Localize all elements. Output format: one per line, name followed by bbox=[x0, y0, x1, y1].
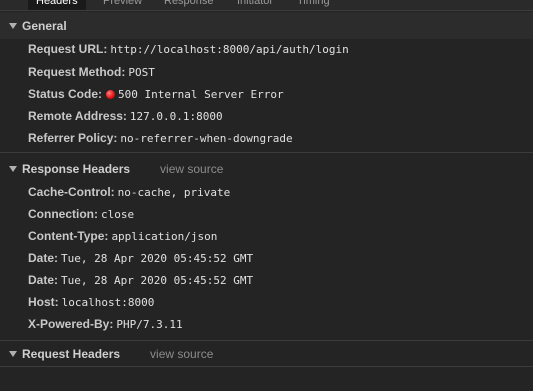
header-value: POST bbox=[128, 66, 155, 79]
response-header-row: Content-Type: application/json bbox=[28, 225, 217, 247]
header-key: Date: bbox=[28, 251, 59, 265]
tab-preview[interactable]: Preview bbox=[103, 0, 142, 10]
header-key: Cache-Control: bbox=[28, 185, 115, 199]
tab-headers[interactable]: Headers bbox=[28, 0, 86, 10]
general-row: Request Method: POST bbox=[28, 61, 155, 83]
header-key: Date: bbox=[28, 273, 59, 287]
header-key: Referrer Policy: bbox=[28, 131, 118, 145]
response-header-row: Date: Tue, 28 Apr 2020 05:45:52 GMT bbox=[28, 247, 253, 269]
response-view-source-link[interactable]: view source bbox=[160, 162, 223, 176]
header-key: Connection: bbox=[28, 207, 98, 221]
response-headers-section-header[interactable]: Response Headers view source bbox=[0, 155, 533, 182]
header-value: no-cache, private bbox=[117, 186, 231, 199]
request-headers-title: Request Headers bbox=[22, 346, 121, 361]
header-value: Tue, 28 Apr 2020 05:45:52 GMT bbox=[61, 252, 254, 265]
header-value: PHP/7.3.11 bbox=[116, 318, 183, 331]
expand-caret-icon bbox=[9, 350, 17, 357]
response-header-row: Cache-Control: no-cache, private bbox=[28, 181, 230, 203]
header-key: Request URL: bbox=[28, 42, 108, 56]
header-value: http://localhost:8000/api/auth/login bbox=[110, 43, 349, 56]
header-key: Host: bbox=[28, 295, 59, 309]
header-value: application/json bbox=[111, 230, 218, 243]
header-value: no-referrer-when-downgrade bbox=[120, 132, 293, 145]
tab-timing[interactable]: Timing bbox=[297, 0, 330, 10]
general-section-title: General bbox=[22, 18, 67, 33]
expand-caret-icon bbox=[9, 165, 17, 172]
expand-caret-icon bbox=[9, 22, 17, 29]
tab-initiator[interactable]: Initiator bbox=[237, 0, 273, 10]
header-value: close bbox=[101, 208, 135, 221]
response-header-row: Host: localhost:8000 bbox=[28, 291, 154, 313]
status-error-dot-icon bbox=[106, 90, 116, 99]
header-key: Request Method: bbox=[28, 65, 126, 79]
header-value: localhost:8000 bbox=[61, 296, 155, 309]
response-header-row: Date: Tue, 28 Apr 2020 05:45:52 GMT bbox=[28, 269, 253, 291]
header-key: Remote Address: bbox=[28, 109, 127, 123]
tab-response[interactable]: Response bbox=[164, 0, 214, 10]
response-header-row: Connection: close bbox=[28, 203, 134, 225]
general-row: Referrer Policy: no-referrer-when-downgra… bbox=[28, 127, 293, 149]
general-row: Request URL: http://localhost:8000/api/au… bbox=[28, 38, 349, 60]
header-value: Tue, 28 Apr 2020 05:45:52 GMT bbox=[61, 274, 254, 287]
devtools-tab-bar: Headers Preview Response Initiator Timin… bbox=[0, 0, 533, 11]
header-key: Status Code: bbox=[28, 87, 103, 101]
header-key: X-Powered-By: bbox=[28, 317, 114, 331]
general-section-header[interactable]: General bbox=[0, 12, 533, 39]
request-view-source-link[interactable]: view source bbox=[150, 347, 213, 361]
empty-panel-area bbox=[0, 367, 533, 391]
section-divider bbox=[0, 152, 533, 153]
response-headers-title: Response Headers bbox=[22, 161, 131, 176]
header-value: 127.0.0.1:8000 bbox=[129, 110, 223, 123]
general-row: Status Code: 500 Internal Server Error bbox=[28, 83, 284, 105]
header-key: Content-Type: bbox=[28, 229, 109, 243]
request-headers-section-header[interactable]: Request Headers view source bbox=[0, 341, 533, 366]
response-header-row: X-Powered-By: PHP/7.3.11 bbox=[28, 313, 183, 335]
status-code-value: 500 Internal Server Error bbox=[118, 88, 284, 101]
general-row: Remote Address: 127.0.0.1:8000 bbox=[28, 105, 223, 127]
